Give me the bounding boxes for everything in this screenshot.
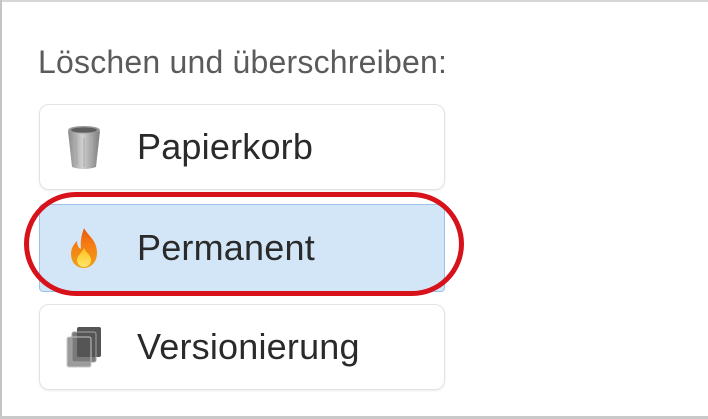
- option-permanent[interactable]: Permanent: [39, 204, 445, 292]
- option-label: Papierkorb: [137, 126, 314, 167]
- delete-overwrite-panel: Löschen und überschreiben: Papierkorb Pe…: [0, 0, 708, 419]
- trash-can-icon: [68, 126, 100, 169]
- stacked-documents-icon: [66, 327, 101, 368]
- panel-top-border: [0, 0, 708, 2]
- option-label: Versionierung: [137, 326, 360, 367]
- option-label: Permanent: [137, 227, 315, 268]
- panel-left-border: [0, 0, 2, 419]
- option-papierkorb[interactable]: Papierkorb: [39, 104, 445, 190]
- fire-icon: [71, 228, 97, 268]
- option-versionierung[interactable]: Versionierung: [39, 304, 445, 390]
- section-title: Löschen und überschreiben:: [38, 44, 448, 80]
